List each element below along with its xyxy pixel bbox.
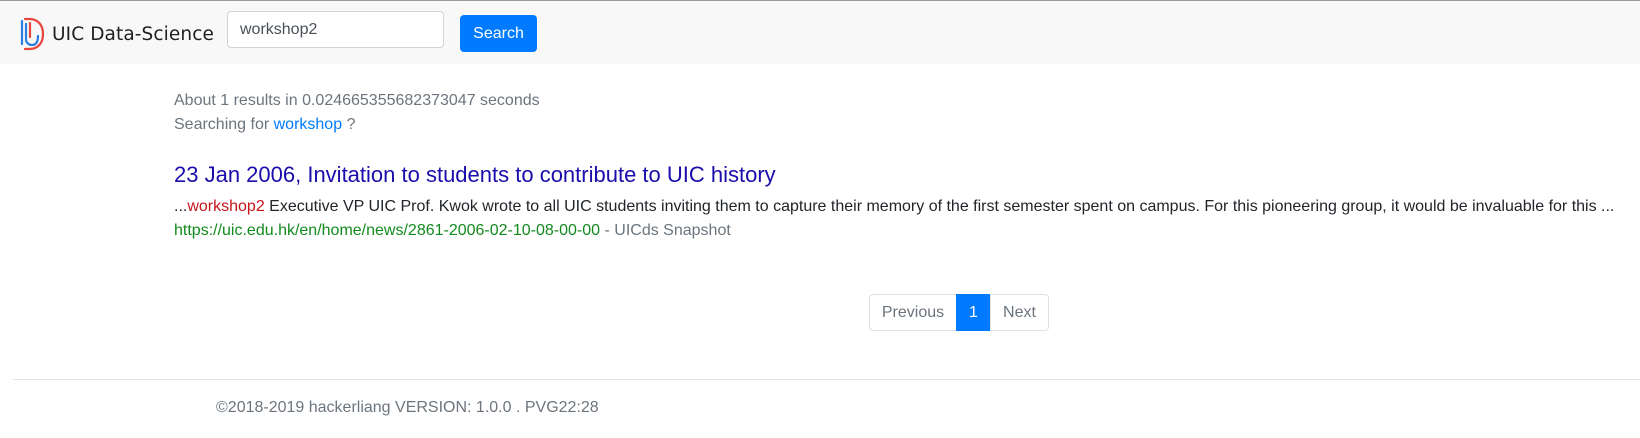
search-suggestion: Searching for workshop ? — [174, 115, 355, 134]
suggestion-link[interactable]: workshop — [274, 116, 342, 133]
previous-page-button[interactable]: Previous — [869, 294, 957, 331]
footer-divider — [13, 379, 1640, 380]
current-page-button[interactable]: 1 — [956, 294, 991, 331]
snippet-prefix: ... — [174, 198, 188, 215]
search-result: 23 Jan 2006, Invitation to students to c… — [174, 158, 1634, 240]
snapshot-link[interactable]: UICds Snapshot — [614, 222, 731, 239]
result-separator: - — [600, 222, 615, 239]
snippet-highlight: workshop2 — [187, 198, 265, 215]
next-page-button[interactable]: Next — [990, 294, 1049, 331]
search-input[interactable] — [227, 11, 444, 48]
suggestion-suffix: ? — [346, 116, 356, 133]
snippet-text: Executive VP UIC Prof. Kwok wrote to all… — [264, 198, 1615, 215]
result-url-link[interactable]: https://uic.edu.hk/en/home/news/2861-200… — [174, 222, 600, 239]
pagination: Previous 1 Next — [869, 294, 1049, 331]
brand[interactable]: UIC Data-Science — [20, 17, 214, 51]
uic-logo-icon — [20, 17, 45, 51]
result-meta: https://uic.edu.hk/en/home/news/2861-200… — [174, 221, 1634, 240]
suggestion-prefix: Searching for — [174, 116, 270, 133]
results-summary: About 1 results in 0.024665355682373047 … — [174, 92, 540, 109]
footer-text: ©2018-2019 hackerliang VERSION: 1.0.0 . … — [216, 399, 599, 416]
search-button[interactable]: Search — [460, 15, 537, 52]
brand-name: UIC Data-Science — [52, 23, 214, 45]
result-title-link[interactable]: 23 Jan 2006, Invitation to students to c… — [174, 158, 1634, 191]
result-snippet: ...workshop2 Executive VP UIC Prof. Kwok… — [174, 197, 1634, 216]
navbar: UIC Data-Science Search — [0, 0, 1640, 64]
